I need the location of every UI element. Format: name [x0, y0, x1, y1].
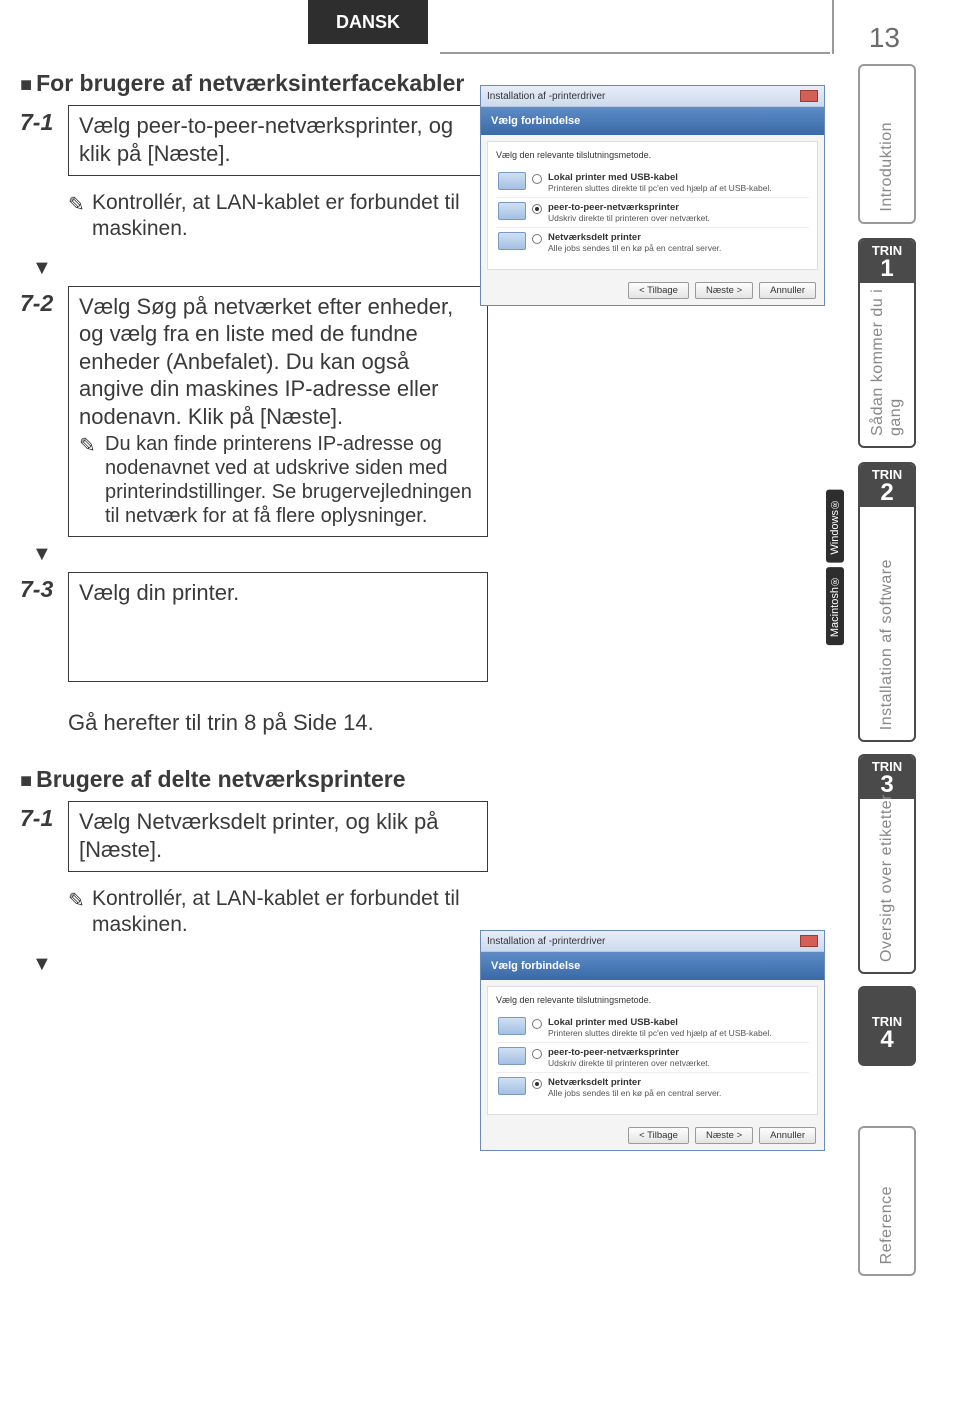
printer-icon — [498, 1077, 526, 1095]
rail-trin-4[interactable]: TRIN4 — [858, 986, 916, 1066]
os-tab-macintosh[interactable]: Macintosh® — [826, 567, 844, 645]
rail-ref-label: Reference — [878, 1186, 896, 1264]
dialog-banner: Vælg forbindelse — [481, 107, 824, 135]
next-button[interactable]: Næste > — [695, 1127, 753, 1144]
rail-trin1-text: Sådan kommer du i gang — [869, 250, 905, 436]
cancel-button[interactable]: Annuller — [759, 282, 816, 299]
step-7-1-text: Vælg peer-to-peer-netværksprinter, og kl… — [68, 105, 488, 176]
pencil-note-icon: ✎ — [68, 886, 92, 913]
opt2-sub: Udskriv direkte til printeren over netvæ… — [548, 1058, 807, 1068]
option-shared[interactable]: Netværksdelt printerAlle jobs sendes til… — [496, 228, 809, 257]
radio-icon[interactable] — [532, 1049, 542, 1059]
dialog-instruction: Vælg den relevante tilslutningsmetode. — [496, 150, 809, 160]
install-dialog-1: Installation af -printerdriver Vælg forb… — [480, 85, 825, 306]
dialog-banner: Vælg forbindelse — [481, 952, 824, 980]
close-icon[interactable] — [800, 90, 818, 102]
step-7-2-num: 7-2 — [20, 286, 68, 317]
radio-icon[interactable] — [532, 204, 542, 214]
opt3-sub: Alle jobs sendes til en kø på en central… — [548, 243, 807, 253]
cancel-button[interactable]: Annuller — [759, 1127, 816, 1144]
step-7-3-text: Vælg din printer. — [68, 572, 488, 682]
pencil-note-icon: ✎ — [68, 190, 92, 217]
printer-icon — [498, 172, 526, 190]
step-b-7-1-text: Vælg Netværksdelt printer, og klik på [N… — [68, 801, 488, 872]
rail-intro[interactable]: Introduktion — [858, 64, 916, 224]
radio-icon[interactable] — [532, 1019, 542, 1029]
opt3-label: Netværksdelt printer — [548, 1077, 641, 1088]
opt3-label: Netværksdelt printer — [548, 232, 641, 243]
right-rail: Introduktion TRIN1 Sådan kommer du i gan… — [840, 44, 916, 1384]
step-7-2-subnote: Du kan finde printerens IP-adresse og no… — [105, 432, 477, 528]
back-button[interactable]: < Tilbage — [628, 282, 689, 299]
os-tab-windows[interactable]: Windows® — [826, 490, 844, 563]
trin4-num: 4 — [864, 1028, 910, 1052]
radio-icon[interactable] — [532, 174, 542, 184]
opt1-label: Lokal printer med USB-kabel — [548, 172, 678, 183]
step-7-2-body: Vælg Søg på netværket efter enheder, og … — [68, 286, 488, 538]
close-icon[interactable] — [800, 935, 818, 947]
rail-intro-label: Introduktion — [878, 122, 896, 212]
opt1-sub: Printeren sluttes direkte til pc'en ved … — [548, 183, 807, 193]
printer-icon — [498, 1017, 526, 1035]
option-usb[interactable]: Lokal printer med USB-kabelPrinteren slu… — [496, 1013, 809, 1043]
os-tabs: Windows® Macintosh® — [826, 490, 856, 649]
printer-icon — [498, 1047, 526, 1065]
opt2-label: peer-to-peer-netværksprinter — [548, 1047, 679, 1058]
step-7-2-text: Vælg Søg på netværket efter enheder, og … — [79, 294, 453, 429]
next-button[interactable]: Næste > — [695, 282, 753, 299]
section-b-heading: Brugere af delte netværksprintere — [20, 766, 820, 793]
goto-text: Gå herefter til trin 8 på Side 14. — [68, 710, 820, 736]
rail-trin2-text: Installation af software — [878, 559, 896, 730]
language-tab: DANSK — [308, 0, 428, 44]
install-dialog-2: Installation af -printerdriver Vælg forb… — [480, 930, 825, 1151]
back-button[interactable]: < Tilbage — [628, 1127, 689, 1144]
dialog-title: Installation af -printerdriver — [487, 936, 605, 947]
option-shared[interactable]: Netværksdelt printerAlle jobs sendes til… — [496, 1073, 809, 1102]
rail-trin3-text: Oversigt over etiketter — [878, 794, 896, 962]
printer-icon — [498, 202, 526, 220]
rail-trin-2[interactable]: TRIN2 Installation af software — [858, 462, 916, 742]
note-a-text: Kontrollér, at LAN-kablet er forbundet t… — [92, 190, 488, 243]
radio-icon[interactable] — [532, 234, 542, 244]
opt1-label: Lokal printer med USB-kabel — [548, 1017, 678, 1028]
opt1-sub: Printeren sluttes direkte til pc'en ved … — [548, 1028, 807, 1038]
option-peer[interactable]: peer-to-peer-netværksprinterUdskriv dire… — [496, 1043, 809, 1073]
trin2-num: 2 — [860, 481, 914, 505]
rail-trin-1[interactable]: TRIN1 Sådan kommer du i gang — [858, 238, 916, 448]
step-b-7-1-num: 7-1 — [20, 801, 68, 832]
step-7-3-num: 7-3 — [20, 572, 68, 603]
option-peer[interactable]: peer-to-peer-netværksprinterUdskriv dire… — [496, 198, 809, 228]
printer-icon — [498, 232, 526, 250]
pencil-note-icon: ✎ — [79, 432, 105, 458]
option-usb[interactable]: Lokal printer med USB-kabelPrinteren slu… — [496, 168, 809, 198]
step-7-1-num: 7-1 — [20, 105, 68, 136]
opt3-sub: Alle jobs sendes til en kø på en central… — [548, 1088, 807, 1098]
note-b-text: Kontrollér, at LAN-kablet er forbundet t… — [92, 886, 488, 939]
rail-trin-3[interactable]: TRIN3 Oversigt over etiketter — [858, 754, 916, 974]
dialog-title: Installation af -printerdriver — [487, 91, 605, 102]
radio-icon[interactable] — [532, 1079, 542, 1089]
rail-reference[interactable]: Reference — [858, 1126, 916, 1276]
down-arrow-icon: ▼ — [32, 543, 820, 566]
opt2-label: peer-to-peer-netværksprinter — [548, 202, 679, 213]
opt2-sub: Udskriv direkte til printeren over netvæ… — [548, 213, 807, 223]
dialog-instruction: Vælg den relevante tilslutningsmetode. — [496, 995, 809, 1005]
